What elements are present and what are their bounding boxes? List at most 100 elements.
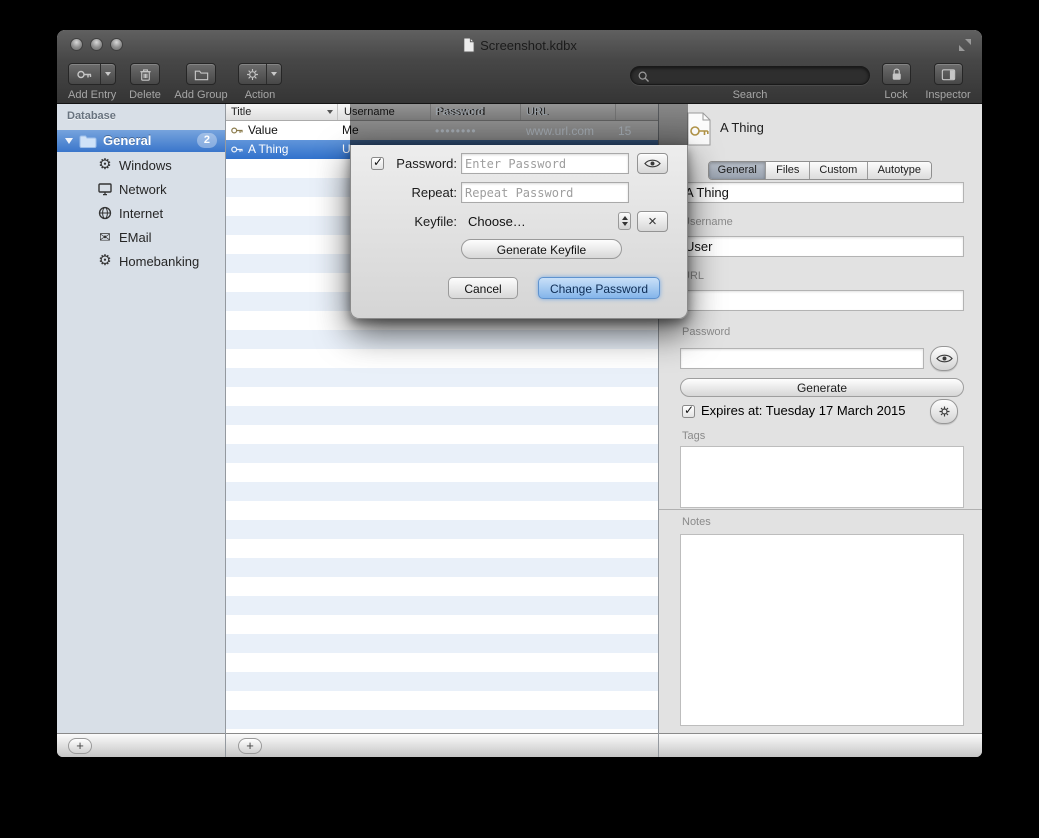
sort-descending-icon bbox=[327, 110, 333, 114]
eye-icon bbox=[936, 353, 953, 364]
sidebar-item-label: Network bbox=[119, 182, 167, 197]
cancel-button[interactable]: Cancel bbox=[448, 277, 518, 299]
dialog-password-label: Password: bbox=[365, 153, 457, 174]
window-title: Screenshot.kdbx bbox=[480, 38, 577, 53]
inspector-label: Inspector bbox=[920, 89, 976, 101]
search-box[interactable] bbox=[630, 66, 870, 85]
sidebar-item-homebanking[interactable]: Homebanking bbox=[57, 250, 225, 274]
username-field[interactable] bbox=[680, 236, 964, 257]
inspector-panel: A Thing General Files Custom Autotype Us… bbox=[658, 104, 982, 733]
show-password-button[interactable] bbox=[930, 346, 958, 371]
gear-icon bbox=[244, 66, 261, 83]
trash-icon bbox=[137, 66, 154, 83]
entry-title: A Thing bbox=[720, 120, 764, 135]
generate-keyfile-button[interactable]: Generate Keyfile bbox=[461, 239, 622, 259]
inspector-button[interactable] bbox=[934, 63, 963, 85]
disclosure-triangle-icon[interactable] bbox=[65, 138, 73, 144]
action-button[interactable] bbox=[238, 63, 282, 85]
add-entry-plus-button[interactable] bbox=[238, 738, 262, 754]
title-field[interactable] bbox=[680, 182, 964, 203]
clear-keyfile-button[interactable] bbox=[637, 211, 668, 232]
tab-autotype[interactable]: Autotype bbox=[868, 162, 931, 179]
tags-field[interactable] bbox=[680, 446, 964, 508]
chevron-down-icon bbox=[622, 222, 628, 226]
chevron-down-icon bbox=[105, 72, 111, 76]
lock-button[interactable] bbox=[882, 63, 911, 85]
folder-icon bbox=[79, 134, 97, 149]
add-group-label: Add Group bbox=[173, 89, 229, 101]
toolbar: Add Entry Delete Add Group bbox=[57, 60, 982, 104]
notes-field[interactable] bbox=[680, 534, 964, 726]
sidebar-item-windows[interactable]: Windows bbox=[57, 154, 225, 178]
add-group-plus-button[interactable] bbox=[68, 738, 92, 754]
sidebar-item-label: Internet bbox=[119, 206, 163, 221]
tags-label: Tags bbox=[682, 430, 705, 442]
search-input[interactable] bbox=[653, 68, 857, 85]
password-field[interactable] bbox=[680, 348, 924, 369]
monitor-icon bbox=[97, 181, 113, 197]
dialog-password-input[interactable] bbox=[461, 153, 629, 174]
url-field[interactable] bbox=[680, 290, 964, 311]
tab-general[interactable]: General bbox=[709, 162, 766, 179]
sidebar-divider[interactable] bbox=[225, 104, 226, 757]
change-password-button[interactable]: Change Password bbox=[538, 277, 660, 299]
expires-label: Expires at: Tuesday 17 March 2015 bbox=[701, 403, 906, 418]
search-icon bbox=[637, 70, 650, 83]
username-label: Username bbox=[682, 216, 733, 228]
delete-button[interactable] bbox=[130, 63, 160, 85]
count-badge: 2 bbox=[197, 133, 217, 148]
globe-icon bbox=[97, 205, 113, 221]
action-dropdown[interactable] bbox=[266, 64, 281, 84]
fullscreen-icon[interactable] bbox=[958, 38, 972, 52]
sidebar-item-internet[interactable]: Internet bbox=[57, 202, 225, 226]
entry-icon bbox=[686, 112, 712, 146]
add-entry-label: Add Entry bbox=[68, 89, 116, 101]
add-entry-button[interactable] bbox=[68, 63, 116, 85]
envelope-icon bbox=[97, 229, 113, 245]
eye-icon bbox=[644, 158, 661, 169]
add-entry-dropdown[interactable] bbox=[100, 64, 115, 84]
action-label: Action bbox=[238, 89, 282, 101]
lock-icon bbox=[888, 66, 905, 83]
folder-icon bbox=[193, 66, 210, 83]
app-window: Screenshot.kdbx Add Entry bbox=[57, 30, 982, 757]
tab-custom[interactable]: Custom bbox=[810, 162, 867, 179]
cell-title: A Thing bbox=[248, 142, 288, 156]
column-header-title[interactable]: Title bbox=[225, 104, 338, 120]
sidebar-item-email[interactable]: EMail bbox=[57, 226, 225, 250]
dim-cell-password: •••••••• bbox=[435, 124, 477, 138]
key-icon bbox=[230, 124, 244, 137]
key-icon bbox=[230, 143, 244, 156]
titlebar[interactable]: Screenshot.kdbx bbox=[57, 30, 982, 60]
keyfile-stepper[interactable] bbox=[618, 212, 631, 230]
dim-column-header-password: Password bbox=[435, 106, 483, 118]
sidebar-item-label: EMail bbox=[119, 230, 152, 245]
keyfile-popup[interactable]: Choose… bbox=[468, 211, 526, 232]
dialog-show-password-button[interactable] bbox=[637, 153, 668, 174]
bottom-bar bbox=[57, 733, 982, 757]
chevron-down-icon bbox=[271, 72, 277, 76]
generate-password-button[interactable]: Generate bbox=[680, 378, 964, 397]
dialog-repeat-label: Repeat: bbox=[365, 182, 457, 203]
dialog-repeat-input[interactable] bbox=[461, 182, 629, 203]
sidebar-section-header: Database bbox=[67, 110, 116, 122]
expires-options-button[interactable] bbox=[930, 399, 958, 424]
chevron-up-icon bbox=[622, 216, 628, 220]
notes-label: Notes bbox=[682, 516, 711, 528]
delete-label: Delete bbox=[123, 89, 167, 101]
tab-files[interactable]: Files bbox=[766, 162, 810, 179]
dim-column-header-url: URL bbox=[526, 106, 548, 118]
lock-label: Lock bbox=[876, 89, 916, 101]
dim-cell-url: www.url.com bbox=[526, 124, 594, 138]
password-label: Password bbox=[682, 326, 730, 338]
expires-checkbox[interactable] bbox=[682, 405, 695, 418]
sidebar-item-network[interactable]: Network bbox=[57, 178, 225, 202]
sheet-shadow: Password URL •••••••• www.url.com 15 bbox=[350, 104, 688, 145]
document-icon bbox=[462, 37, 475, 53]
sidebar-item-label: Homebanking bbox=[119, 254, 199, 269]
search-label: Search bbox=[630, 89, 870, 101]
add-group-button[interactable] bbox=[186, 63, 216, 85]
change-password-dialog: Password: Repeat: Keyfile: Choose… Gener… bbox=[350, 145, 688, 319]
key-icon bbox=[76, 66, 93, 83]
sidebar-group-general[interactable]: General 2 bbox=[57, 130, 225, 152]
